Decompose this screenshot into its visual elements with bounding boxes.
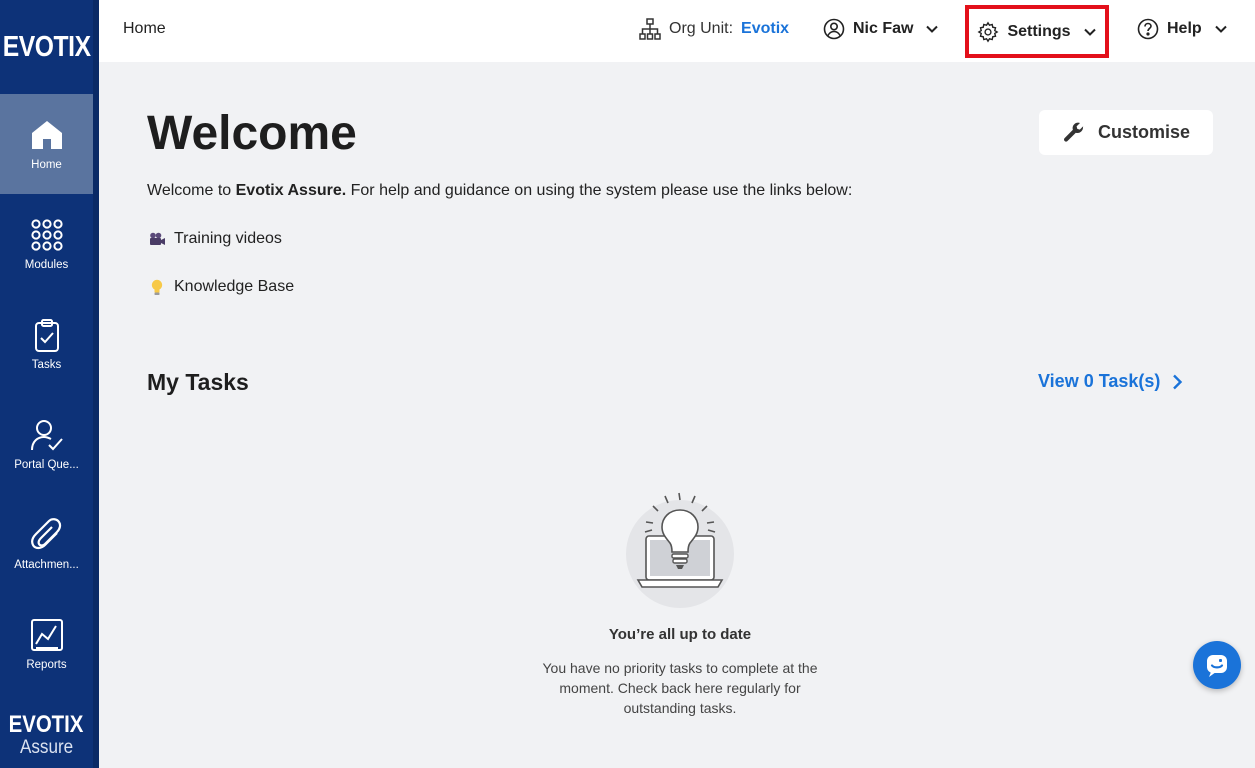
- chevron-right-icon: [1173, 374, 1183, 389]
- user-circle-icon: [823, 18, 845, 40]
- empty-tasks-illustration: [626, 492, 734, 608]
- chevron-down-icon: [926, 25, 939, 33]
- help-menu[interactable]: Help: [1137, 18, 1228, 40]
- brand-logo-text: EVOTIX: [2, 30, 91, 63]
- question-circle-icon: [1137, 18, 1159, 40]
- customise-button[interactable]: Customise: [1039, 110, 1213, 155]
- top-bar: Home Org Unit: Evotix Nic Faw Settings H…: [99, 0, 1255, 62]
- org-unit-selector[interactable]: Org Unit: Evotix: [639, 18, 789, 40]
- view-tasks-link[interactable]: View 0 Task(s): [1038, 371, 1184, 392]
- sidebar-item-portal-queue[interactable]: Portal Que...: [0, 394, 93, 494]
- intro-text: Welcome to Evotix Assure. For help and g…: [147, 182, 852, 200]
- sidebar-item-label: Attachmen...: [14, 559, 79, 571]
- chart-icon: [30, 619, 63, 651]
- sidebar-item-label: Portal Que...: [14, 459, 79, 471]
- video-camera-icon: [148, 232, 166, 246]
- knowledge-base-label: Knowledge Base: [174, 278, 295, 295]
- paperclip-icon: [30, 518, 61, 550]
- chat-bubble-icon: [1207, 655, 1227, 677]
- intro-suffix: For help and guidance on using the syste…: [346, 182, 853, 199]
- view-tasks-label: View 0 Task(s): [1038, 371, 1161, 391]
- empty-state-title: You’re all up to date: [608, 626, 752, 643]
- training-videos-label: Training videos: [174, 230, 282, 247]
- sidebar-item-attachments[interactable]: Attachmen...: [0, 494, 93, 594]
- brand-logo[interactable]: EVOTIX: [0, 0, 93, 94]
- intro-brand: Evotix Assure.: [235, 182, 347, 199]
- sidebar-item-label: Reports: [26, 659, 67, 671]
- org-unit-label: Org Unit:: [669, 20, 734, 37]
- settings-menu[interactable]: Settings: [965, 5, 1109, 58]
- sidebar-item-label: Home: [31, 159, 62, 171]
- sidebar: EVOTIX Home Modules Tasks Portal Que... …: [0, 0, 99, 768]
- product-logo-top: EVOTIX: [9, 711, 84, 738]
- lightbulb-icon: [148, 279, 166, 296]
- sidebar-item-label: Tasks: [31, 359, 62, 371]
- sidebar-item-modules[interactable]: Modules: [0, 194, 93, 294]
- user-check-icon: [30, 420, 63, 451]
- chat-support-button[interactable]: [1193, 641, 1241, 689]
- settings-label: Settings: [1007, 22, 1071, 40]
- knowledge-base-link[interactable]: Knowledge Base: [148, 278, 294, 296]
- my-tasks-heading: My Tasks: [147, 369, 249, 395]
- clipboard-check-icon: [34, 319, 59, 352]
- sidebar-item-label: Modules: [24, 259, 69, 271]
- home-icon: [31, 121, 62, 149]
- page-title: Welcome: [147, 107, 357, 160]
- org-unit-value[interactable]: Evotix: [741, 20, 789, 38]
- sidebar-item-tasks[interactable]: Tasks: [0, 294, 93, 394]
- sidebar-edge: [93, 0, 99, 768]
- user-name: Nic Faw: [853, 20, 914, 37]
- sidebar-item-home[interactable]: Home: [0, 94, 93, 194]
- chevron-down-icon: [1214, 25, 1227, 33]
- breadcrumb[interactable]: Home: [123, 20, 166, 38]
- grid-dots-icon: [30, 219, 63, 251]
- gear-icon: [977, 21, 999, 42]
- customise-label: Customise: [1097, 122, 1191, 142]
- org-tree-icon: [639, 18, 661, 40]
- wrench-icon: [1063, 122, 1084, 142]
- sidebar-item-reports[interactable]: Reports: [0, 594, 93, 694]
- help-label: Help: [1167, 20, 1202, 37]
- product-logo-bottom: Assure: [19, 737, 74, 758]
- product-logo: EVOTIX Assure: [0, 712, 93, 768]
- user-menu[interactable]: Nic Faw: [823, 18, 939, 40]
- empty-state-description: You have no priority tasks to complete a…: [542, 660, 818, 716]
- chevron-down-icon: [1083, 28, 1096, 36]
- intro-prefix: Welcome to: [147, 182, 236, 199]
- training-videos-link[interactable]: Training videos: [148, 230, 282, 248]
